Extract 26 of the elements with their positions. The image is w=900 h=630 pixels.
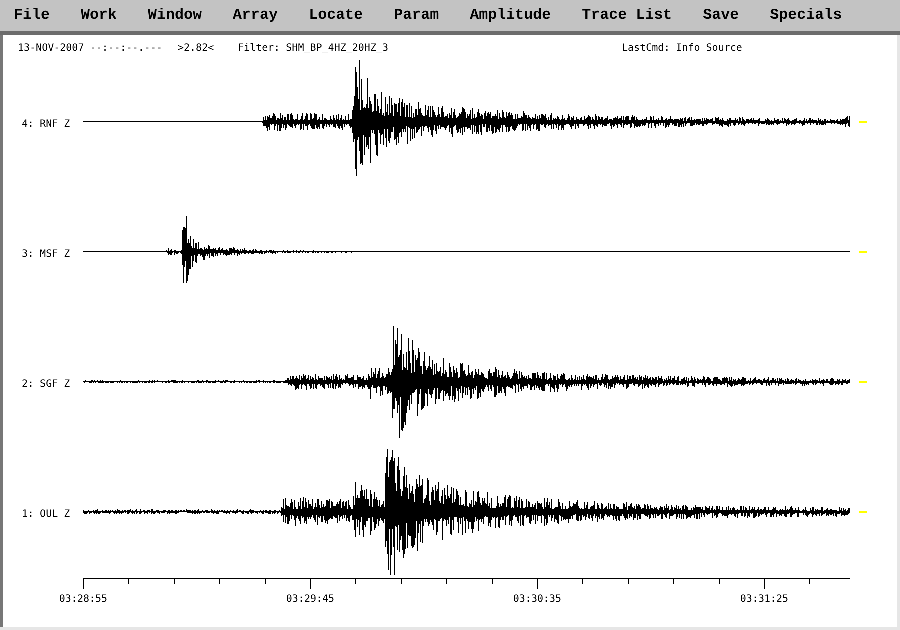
filter-text: Filter: SHM_BP_4HZ_20HZ_3 — [238, 43, 389, 54]
amplitude-text: >2.82< — [178, 43, 214, 54]
menu-item[interactable]: Save — [689, 0, 754, 31]
time-label: 03:30:35 — [513, 594, 562, 605]
menu-item[interactable]: Locate — [295, 0, 378, 31]
menu-item[interactable]: Array — [219, 0, 292, 31]
menu-item[interactable]: Amplitude — [456, 0, 566, 31]
trace-marker-icon — [859, 251, 867, 253]
trace-label: 4: RNF Z — [22, 119, 70, 130]
menu-item[interactable]: Work — [67, 0, 132, 31]
trace-marker-icon — [859, 381, 867, 383]
trace-label: 2: SGF Z — [22, 379, 70, 390]
menu-item[interactable]: Trace List — [568, 0, 686, 31]
time-label: 03:31:25 — [740, 594, 789, 605]
date-time-text: 13-NOV-2007 --:--:--.--- — [18, 43, 162, 54]
trace-marker-icon — [859, 511, 867, 513]
time-label: 03:28:55 — [59, 594, 108, 605]
menu-item[interactable]: Param — [380, 0, 454, 31]
trace-label: 1: OUL Z — [22, 509, 70, 520]
trace-label: 3: MSF Z — [22, 249, 70, 260]
trace-marker-icon — [859, 121, 867, 123]
menu-item[interactable]: File — [0, 0, 64, 31]
menu-item[interactable]: Specials — [756, 0, 856, 31]
last-command-text: LastCmd: Info Source — [622, 43, 742, 54]
time-label: 03:29:45 — [286, 594, 335, 605]
menu-item[interactable]: Window — [134, 0, 216, 31]
